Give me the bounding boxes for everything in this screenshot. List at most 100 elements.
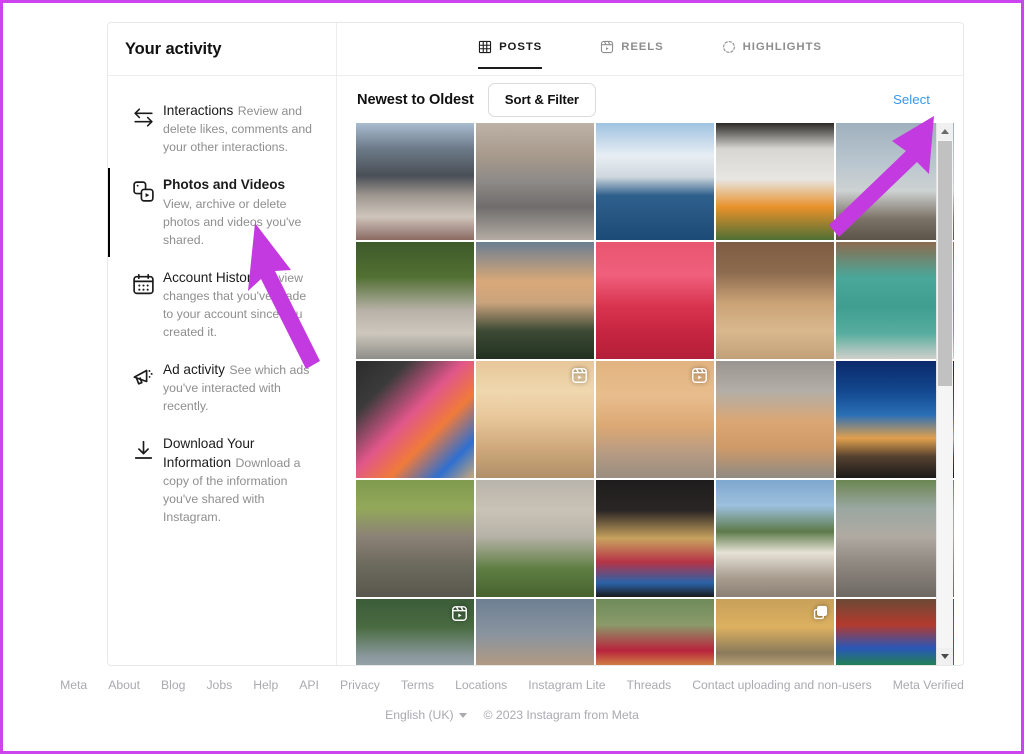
tab-label: POSTS xyxy=(499,41,543,53)
sidebar-item-interactions[interactable]: Interactions Review and delete likes, co… xyxy=(108,92,336,166)
footer-links: Meta About Blog Jobs Help API Privacy Terms Loca… xyxy=(3,678,1021,692)
scroll-down-arrow[interactable] xyxy=(937,648,953,665)
media-thumbnail xyxy=(476,242,594,359)
media-thumbnail xyxy=(596,480,714,597)
footer-bottom: English (UK) © 2023 Instagram from Meta xyxy=(3,708,1021,722)
media-grid-cell[interactable] xyxy=(356,480,474,597)
media-grid-cell[interactable] xyxy=(476,361,594,478)
media-thumbnail xyxy=(596,599,714,665)
media-thumbnail xyxy=(356,599,474,665)
interactions-arrows-icon xyxy=(123,102,163,130)
scrollbar-thumb[interactable] xyxy=(938,141,952,386)
page-root: Your activity Interactions Review and de… xyxy=(3,3,1021,751)
media-thumbnail xyxy=(596,361,714,478)
footer-link[interactable]: API xyxy=(299,678,319,692)
copyright-text: © 2023 Instagram from Meta xyxy=(483,708,639,722)
media-grid-cell[interactable] xyxy=(596,361,714,478)
media-grid-cell[interactable] xyxy=(356,123,474,240)
sidebar-item-photos-and-videos[interactable]: Photos and Videos View, archive or delet… xyxy=(108,166,336,258)
language-selector[interactable]: English (UK) xyxy=(385,708,467,722)
media-thumbnail xyxy=(596,242,714,359)
media-thumbnail xyxy=(476,480,594,597)
media-grid-cell[interactable] xyxy=(716,480,834,597)
media-grid-cell[interactable] xyxy=(476,123,594,240)
footer-link[interactable]: Locations xyxy=(455,678,507,692)
grid-scrollbar[interactable] xyxy=(936,123,953,665)
calendar-icon xyxy=(123,269,163,297)
sidebar-header: Your activity xyxy=(108,23,336,76)
page-title: Your activity xyxy=(125,39,222,58)
media-grid-cell[interactable] xyxy=(356,599,474,665)
media-thumbnail xyxy=(596,123,714,240)
media-thumbnail xyxy=(716,242,834,359)
footer-link[interactable]: Terms xyxy=(401,678,434,692)
sidebar-item-label: Interactions xyxy=(163,103,234,118)
tab-label: HIGHLIGHTS xyxy=(742,41,822,53)
media-thumbnail xyxy=(356,242,474,359)
media-thumbnail xyxy=(476,599,594,665)
footer-link[interactable]: Meta xyxy=(60,678,87,692)
sort-order-label: Newest to Oldest xyxy=(357,91,474,108)
media-thumbnail xyxy=(356,123,474,240)
media-grid-cell[interactable] xyxy=(716,242,834,359)
media-grid-cell[interactable] xyxy=(476,599,594,665)
your-activity-card: Your activity Interactions Review and de… xyxy=(107,22,964,666)
grid-icon xyxy=(478,40,492,54)
media-grid-cell[interactable] xyxy=(596,123,714,240)
scroll-up-arrow[interactable] xyxy=(937,123,953,140)
media-grid-cell[interactable] xyxy=(476,480,594,597)
language-label: English (UK) xyxy=(385,708,454,722)
footer-link[interactable]: Jobs xyxy=(206,678,232,692)
content-panel: POSTS REELS HIGHLIGHTS Newest to Oldest … xyxy=(337,23,963,665)
highlights-icon xyxy=(722,40,736,54)
media-grid-cell[interactable] xyxy=(596,242,714,359)
media-thumbnail xyxy=(476,361,594,478)
media-grid-cell[interactable] xyxy=(476,242,594,359)
select-button[interactable]: Select xyxy=(893,92,944,107)
sidebar-item-label: Ad activity xyxy=(163,362,225,378)
footer-link[interactable]: Help xyxy=(253,678,278,692)
sort-and-filter-button[interactable]: Sort & Filter xyxy=(487,82,596,117)
photos-and-videos-icon xyxy=(123,176,163,204)
grid-toolbar: Newest to Oldest Sort & Filter Select xyxy=(337,76,963,123)
media-grid xyxy=(356,123,954,665)
media-thumbnail xyxy=(716,480,834,597)
media-grid-cell[interactable] xyxy=(596,480,714,597)
tab-reels[interactable]: REELS xyxy=(600,40,663,69)
sidebar-nav: Interactions Review and delete likes, co… xyxy=(108,76,336,536)
media-grid-cell[interactable] xyxy=(716,361,834,478)
tab-label: REELS xyxy=(621,41,664,53)
tab-highlights[interactable]: HIGHLIGHTS xyxy=(722,40,822,69)
media-grid-cell[interactable] xyxy=(356,242,474,359)
sidebar: Your activity Interactions Review and de… xyxy=(108,23,337,665)
page-footer: Meta About Blog Jobs Help API Privacy Terms Loca… xyxy=(3,678,1021,722)
footer-link[interactable]: Blog xyxy=(161,678,185,692)
media-thumbnail xyxy=(476,123,594,240)
sidebar-item-label: Photos and Videos xyxy=(163,177,286,193)
footer-link[interactable]: Contact uploading and non-users xyxy=(692,678,872,692)
media-thumbnail xyxy=(716,361,834,478)
megaphone-icon xyxy=(123,361,163,389)
footer-link[interactable]: Privacy xyxy=(340,678,380,692)
media-grid-wrapper xyxy=(337,123,963,665)
footer-link[interactable]: Instagram Lite xyxy=(528,678,605,692)
footer-link[interactable]: Threads xyxy=(627,678,672,692)
sidebar-item-download-your-information[interactable]: Download Your Information Download a cop… xyxy=(108,425,336,536)
chevron-down-icon xyxy=(458,712,467,718)
sidebar-item-account-history[interactable]: Account History Review changes that you'… xyxy=(108,259,336,351)
sidebar-item-label: Account History xyxy=(163,269,259,285)
media-grid-cell[interactable] xyxy=(356,361,474,478)
footer-link[interactable]: About xyxy=(108,678,140,692)
media-thumbnail xyxy=(716,599,834,665)
reels-icon xyxy=(600,40,614,54)
media-grid-cell[interactable] xyxy=(716,599,834,665)
media-thumbnail xyxy=(356,361,474,478)
content-tabs: POSTS REELS HIGHLIGHTS xyxy=(337,23,963,76)
footer-link[interactable]: Meta Verified xyxy=(893,678,964,692)
media-thumbnail xyxy=(716,123,834,240)
media-grid-cell[interactable] xyxy=(716,123,834,240)
sidebar-item-ad-activity[interactable]: Ad activity See which ads you've interac… xyxy=(108,351,336,425)
tab-posts[interactable]: POSTS xyxy=(478,40,543,69)
media-grid-cell[interactable] xyxy=(596,599,714,665)
download-icon xyxy=(123,435,163,463)
